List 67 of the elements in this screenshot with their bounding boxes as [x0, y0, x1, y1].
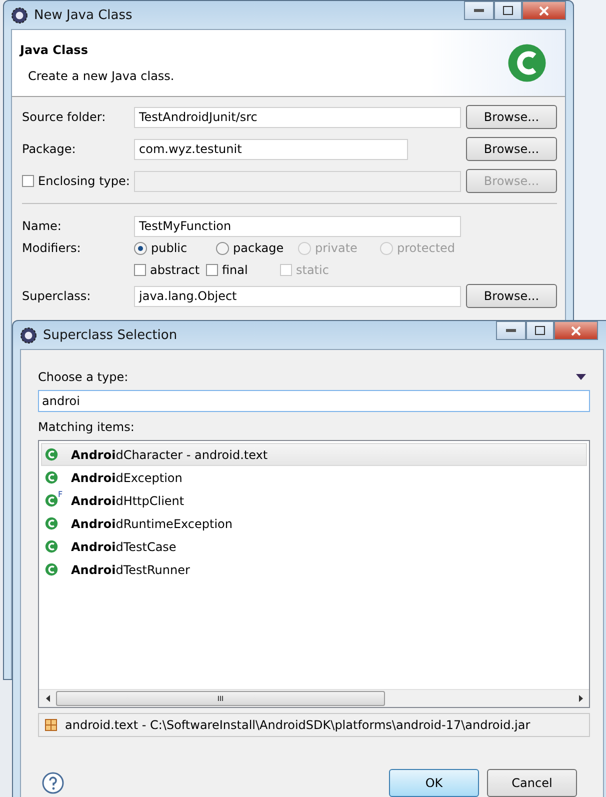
browse-button[interactable]: Browse...: [466, 137, 557, 161]
list-item[interactable]: AndroidCharacter - android.text: [41, 443, 587, 466]
close-button[interactable]: [554, 321, 598, 340]
scroll-right-icon[interactable]: [578, 695, 582, 702]
class-icon: [45, 471, 58, 484]
minimize-icon: [506, 329, 516, 332]
browse-button[interactable]: Browse...: [466, 105, 557, 129]
maximize-icon: [503, 6, 513, 15]
dialog-title: Superclass Selection: [43, 328, 178, 342]
gear-icon: [11, 6, 28, 24]
package-icon: [45, 719, 57, 731]
list-item[interactable]: F AndroidHttpClient: [41, 489, 587, 512]
overlay-letter: F: [58, 490, 63, 499]
prompt-label: Choose a type:: [38, 370, 128, 384]
text-field[interactable]: java.lang.Object: [134, 286, 461, 306]
class-icon: [45, 494, 58, 507]
field-label: Modifiers:: [22, 241, 82, 255]
text-field[interactable]: TestAndroidJunit/src: [134, 106, 461, 128]
dialog-button[interactable]: OK: [389, 769, 479, 797]
list-item[interactable]: AndroidTestRunner: [41, 558, 587, 581]
list-item[interactable]: AndroidTestCase: [41, 535, 587, 558]
radio-label: private: [315, 241, 358, 255]
class-icon: [45, 448, 58, 461]
help-icon[interactable]: [42, 772, 64, 794]
field-label: Package:: [22, 142, 77, 156]
checkbox[interactable]: [134, 264, 146, 276]
checkbox-label: static: [296, 263, 329, 277]
window-title: New Java Class: [34, 8, 132, 22]
search-field[interactable]: androi: [38, 390, 590, 412]
browse-button[interactable]: Browse...: [466, 284, 557, 308]
status-text: android.text - C:\SoftwareInstall\AndroidSDK\platforms\android-17\android.jar: [65, 718, 530, 732]
minimize-icon: [474, 9, 484, 12]
text-field[interactable]: com.wyz.testunit: [134, 138, 408, 160]
field-label: Superclass:: [22, 289, 92, 303]
radio-button[interactable]: [134, 242, 147, 254]
scroll-left-icon[interactable]: [46, 695, 50, 702]
minimize-button[interactable]: [464, 1, 494, 20]
class-icon: [45, 517, 58, 530]
list-label: Matching items:: [38, 420, 136, 434]
maximize-icon: [535, 326, 545, 335]
class-logo-icon: [507, 43, 547, 83]
minimize-button[interactable]: [496, 321, 526, 340]
field-label: Name:: [22, 219, 62, 233]
checkbox-label: abstract: [150, 263, 200, 277]
list-item[interactable]: AndroidException: [41, 466, 587, 489]
field-label: Enclosing type:: [38, 174, 130, 188]
text-field[interactable]: TestMyFunction: [134, 216, 461, 236]
class-icon: [45, 540, 58, 553]
header-title: Java Class: [20, 43, 89, 57]
field-label: Source folder:: [22, 110, 107, 124]
checkbox-label: final: [222, 263, 248, 277]
radio-button[interactable]: [216, 242, 229, 254]
maximize-button[interactable]: [526, 321, 554, 340]
radio-label: public: [151, 241, 188, 255]
gear-icon: [20, 326, 37, 344]
dropdown-icon[interactable]: [576, 374, 586, 380]
close-button[interactable]: [522, 1, 566, 20]
dialog-button[interactable]: Cancel: [487, 769, 577, 797]
list-item[interactable]: AndroidRuntimeException: [41, 512, 587, 535]
class-icon: [45, 563, 58, 576]
radio-label: package: [233, 241, 284, 255]
checkbox[interactable]: [206, 264, 218, 276]
close-icon: [571, 326, 581, 336]
header-description: Create a new Java class.: [27, 69, 176, 83]
close-icon: [539, 6, 549, 16]
maximize-button[interactable]: [494, 1, 522, 20]
radio-label: protected: [397, 241, 456, 255]
